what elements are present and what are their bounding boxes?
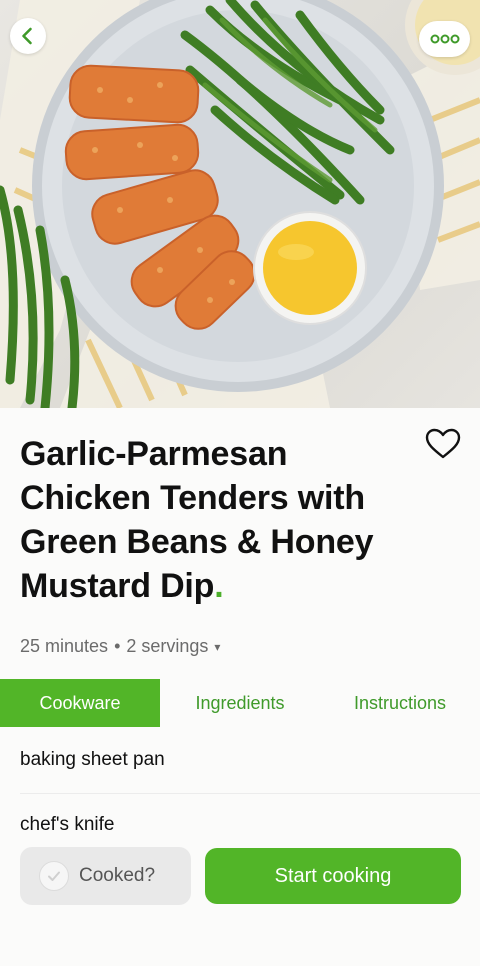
recipe-tabs: Cookware Ingredients Instructions [0, 679, 480, 727]
tab-instructions[interactable]: Instructions [320, 679, 480, 727]
chevron-down-icon: ▾ [214, 639, 221, 654]
food-illustration [0, 0, 480, 408]
meta-separator: • [114, 636, 121, 656]
duration: 25 minutes [20, 636, 109, 656]
tab-cookware[interactable]: Cookware [0, 679, 160, 727]
servings-label: 2 servings [126, 636, 209, 656]
favorite-button[interactable] [422, 424, 464, 464]
start-cooking-button[interactable]: Start cooking [205, 848, 461, 904]
cooked-label: Cooked? [79, 865, 156, 886]
recipe-meta: 25 minutes • 2 servings ▾ [20, 636, 220, 657]
recipe-photo [0, 0, 480, 408]
servings-selector[interactable]: 2 servings ▾ [126, 636, 220, 657]
back-button[interactable] [10, 18, 46, 54]
action-bar: Cooked? Start cooking [0, 832, 480, 966]
cooked-button[interactable]: Cooked? [20, 847, 191, 905]
list-divider [20, 793, 480, 794]
recipe-title-dot: . [214, 567, 224, 605]
chevron-left-icon [22, 27, 32, 45]
more-dots-icon [430, 34, 459, 44]
recipe-title: Garlic-Parmesan Chicken Tenders with Gre… [20, 432, 420, 608]
more-options-button[interactable] [419, 21, 470, 57]
tab-ingredients[interactable]: Ingredients [160, 679, 320, 727]
heart-icon [425, 428, 461, 459]
cookware-item: baking sheet pan [20, 749, 165, 770]
checkmark-icon [48, 871, 60, 881]
recipe-title-text: Garlic-Parmesan Chicken Tenders with Gre… [20, 435, 374, 605]
check-circle-icon [39, 861, 69, 891]
